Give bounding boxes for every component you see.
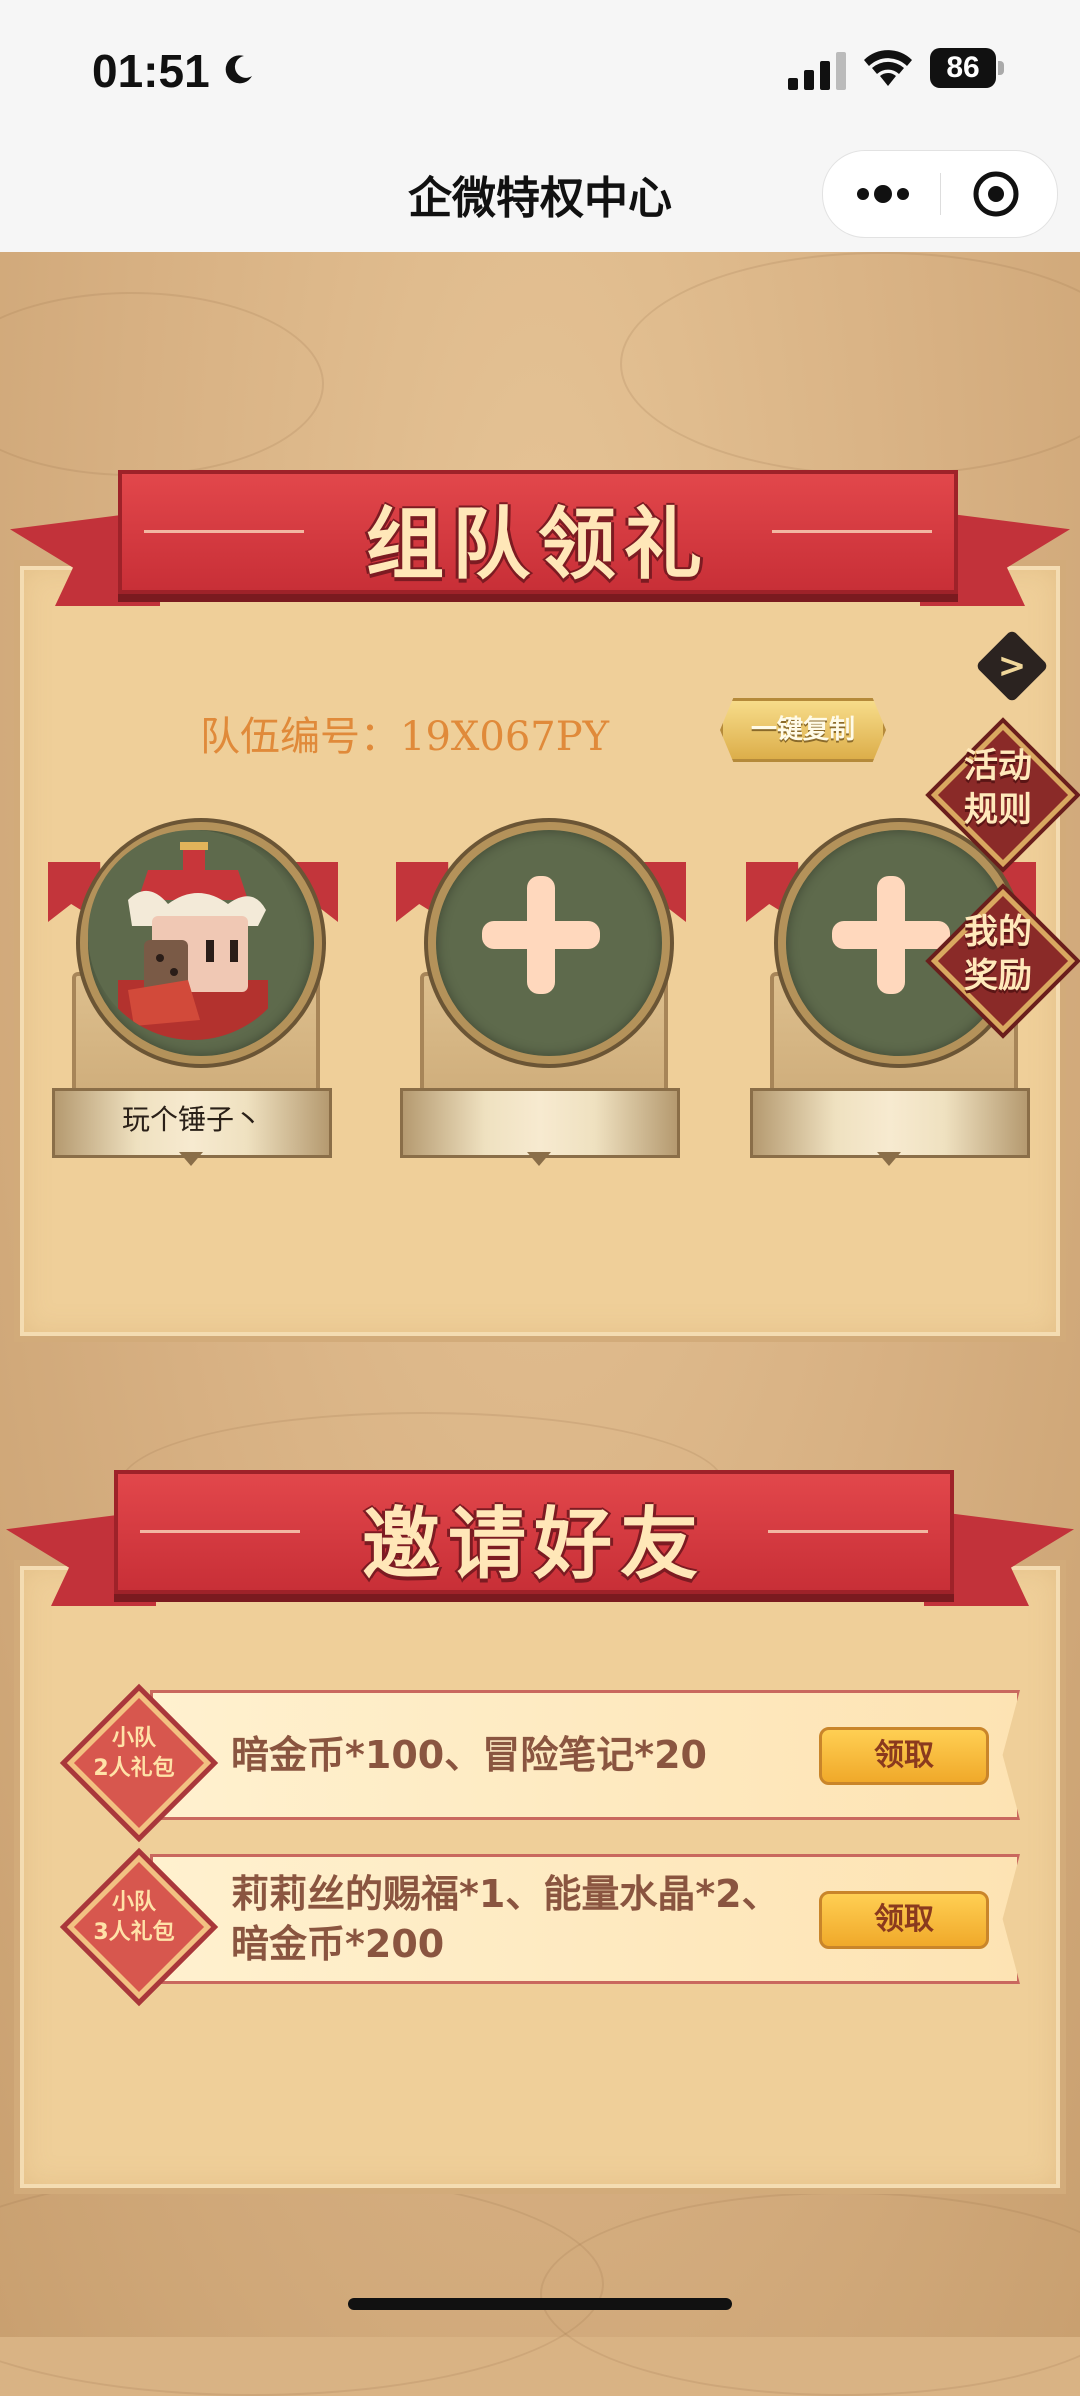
wifi-icon bbox=[864, 50, 912, 86]
miniprogram-capsule bbox=[822, 150, 1058, 238]
gift-badge-2-person: 小队 2人礼包 bbox=[66, 1690, 212, 1836]
chevron-right-icon[interactable]: > bbox=[975, 629, 1049, 703]
claim-button[interactable]: 领取 bbox=[819, 1891, 989, 1949]
invite-banner-title: 邀请好友 bbox=[361, 1500, 706, 1590]
member-slot-1: 玩个锤子丶 bbox=[48, 822, 338, 1172]
activity-rules-label: 活动 规则 bbox=[964, 746, 1032, 830]
status-time: 01:51 bbox=[92, 45, 210, 97]
copy-button[interactable]: 一键复制 bbox=[720, 698, 886, 762]
close-target-icon[interactable] bbox=[971, 169, 1021, 219]
gift-rewards-text: 莉莉丝的赐福*1、能量水晶*2、暗金币*200 bbox=[231, 1872, 780, 1966]
member-name: 玩个锤子丶 bbox=[121, 1103, 262, 1136]
invite-banner: 邀请好友 bbox=[6, 1470, 1074, 1620]
moon-icon bbox=[225, 55, 252, 84]
my-rewards-button[interactable]: 我的 奖励 bbox=[930, 888, 1076, 1034]
gift-row-2-person: 暗金币*100、冒险笔记*20 领取 bbox=[150, 1690, 1020, 1820]
gift-badge-label: 小队 3人礼包 bbox=[93, 1890, 175, 1945]
member-slot-2[interactable] bbox=[396, 822, 686, 1172]
battery-level: 86 bbox=[930, 48, 996, 88]
nav-bar: 企微特权中心 bbox=[0, 140, 1080, 252]
gift-badge-3-person: 小队 3人礼包 bbox=[66, 1854, 212, 2000]
signal-icon bbox=[788, 52, 846, 90]
gift-rewards-text: 暗金币*100、冒险笔记*20 bbox=[231, 1733, 707, 1777]
team-banner: 组队领礼 bbox=[10, 470, 1070, 620]
status-bar: 01:51 86 bbox=[0, 0, 1080, 140]
team-id: 队伍编号：19X067PY bbox=[200, 714, 610, 760]
claim-button[interactable]: 领取 bbox=[819, 1727, 989, 1785]
avatar bbox=[88, 830, 298, 1040]
activity-rules-button[interactable]: 活动 规则 bbox=[930, 722, 1076, 868]
gift-row-3-person: 莉莉丝的赐福*1、能量水晶*2、暗金币*200 领取 bbox=[150, 1854, 1020, 1984]
gift-badge-label: 小队 2人礼包 bbox=[93, 1726, 175, 1781]
team-banner-title: 组队领礼 bbox=[365, 500, 710, 590]
my-rewards-label: 我的 奖励 bbox=[964, 912, 1032, 996]
home-indicator bbox=[348, 2298, 732, 2310]
more-icon[interactable] bbox=[851, 173, 915, 215]
battery-icon: 86 bbox=[930, 48, 1006, 88]
